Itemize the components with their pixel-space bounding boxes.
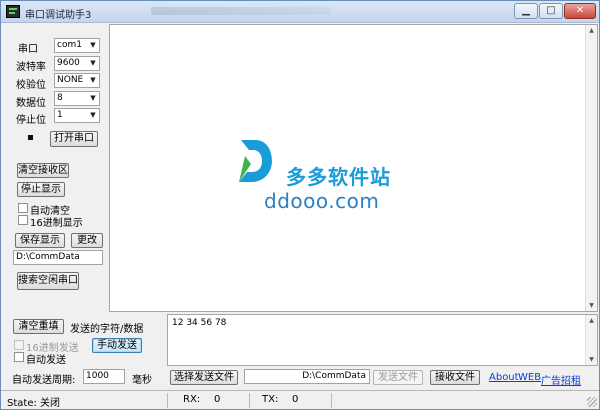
minimize-icon: ▁ [522,5,530,16]
port-status-indicator-icon [28,135,33,140]
stopbits-select[interactable]: 1 ▼ [54,108,100,123]
rx-label: RX: [183,394,201,405]
databits-select[interactable]: 8 ▼ [54,91,100,106]
watermark-logo-icon [239,140,272,182]
status-divider [331,393,332,408]
background-window-ghost [151,7,331,15]
chevron-down-icon: ▼ [90,111,96,119]
baud-label: 波特率 [16,62,46,73]
hex-display-checkbox[interactable] [18,215,28,225]
hex-display-label: 16进制显示 [30,218,83,229]
clear-resend-button[interactable]: 清空重填 [13,319,64,334]
title-bar[interactable]: 串口调试助手3 ▁ □ ✕ [1,1,599,23]
rx-count: 0 [214,394,221,405]
close-button[interactable]: ✕ [564,3,596,19]
scroll-down-icon[interactable]: ▼ [586,354,597,365]
auto-period-label: 自动发送周期: [12,375,76,386]
tx-label: TX: [262,394,279,405]
watermark-cn-text: 多多软件站 [286,165,391,189]
tx-count: 0 [292,394,299,405]
auto-send-label: 自动发送 [26,355,66,366]
watermark-en-text: ddooo.com [264,189,380,213]
auto-send-checkbox[interactable] [14,352,24,362]
auto-clear-checkbox[interactable] [18,203,28,213]
maximize-icon: □ [546,5,556,16]
scroll-down-icon[interactable]: ▼ [586,300,597,311]
parity-value: NONE [57,75,84,85]
maximize-button[interactable]: □ [539,3,563,19]
minimize-button[interactable]: ▁ [514,3,538,19]
baud-select[interactable]: 9600 ▼ [54,56,100,71]
manual-send-button[interactable]: 手动发送 [92,338,142,353]
baud-value: 9600 [57,58,80,68]
period-input[interactable]: 1000 [83,369,125,384]
send-data-label: 发送的字符/数据 [70,324,144,335]
close-icon: ✕ [575,5,585,16]
send-text: 12 34 56 78 [172,318,227,328]
chevron-down-icon: ▼ [90,59,96,67]
chevron-down-icon: ▼ [90,41,96,49]
databits-label: 数据位 [16,98,46,109]
databits-value: 8 [57,93,63,103]
send-text-area[interactable]: 12 34 56 78 ▲ ▼ [167,314,598,366]
chevron-down-icon: ▼ [90,76,96,84]
state-text: State: 关闭 [7,398,61,409]
save-path-field[interactable]: D:\CommData [13,250,103,265]
window-title: 串口调试助手3 [25,10,92,21]
scroll-up-icon[interactable]: ▲ [586,315,597,326]
web-link[interactable]: WEB [518,372,541,383]
port-label: 串口 [18,44,38,55]
change-path-button[interactable]: 更改 [71,233,103,248]
open-port-button[interactable]: 打开串口 [50,131,98,147]
stop-display-button[interactable]: 停止显示 [17,182,65,197]
receive-file-button[interactable]: 接收文件 [430,370,480,385]
resize-grip-icon[interactable] [587,397,597,407]
port-select[interactable]: com1 ▼ [54,38,100,53]
select-file-button[interactable]: 选择发送文件 [170,370,238,385]
send-scrollbar[interactable]: ▲ ▼ [585,315,597,365]
clear-receive-button[interactable]: 清空接收区 [17,163,69,178]
scroll-up-icon[interactable]: ▲ [586,25,597,36]
parity-label: 校验位 [16,80,46,91]
file-path-field[interactable]: D:\CommData [244,369,370,384]
serial-app-icon [6,5,20,18]
chevron-down-icon: ▼ [90,94,96,102]
stopbits-value: 1 [57,110,63,120]
period-unit-label: 毫秒 [132,375,152,386]
receive-scrollbar[interactable]: ▲ ▼ [585,25,597,311]
status-divider [167,393,168,408]
hex-send-checkbox[interactable] [14,340,24,350]
parity-select[interactable]: NONE ▼ [54,73,100,88]
app-window: 串口调试助手3 ▁ □ ✕ 串口 com1 ▼ 波特率 9600 ▼ 校验位 N… [0,0,600,410]
search-ports-button[interactable]: 搜索空闲串口 [17,272,79,290]
status-bar: State: 关闭 RX: 0 TX: 0 [1,390,599,409]
advert-link[interactable]: 广告招租 [541,372,581,387]
send-file-button[interactable]: 发送文件 [373,370,423,385]
save-display-button[interactable]: 保存显示 [15,233,65,248]
port-value: com1 [57,40,82,50]
status-divider [249,393,250,408]
about-link[interactable]: About [489,372,519,383]
stopbits-label: 停止位 [16,115,46,126]
